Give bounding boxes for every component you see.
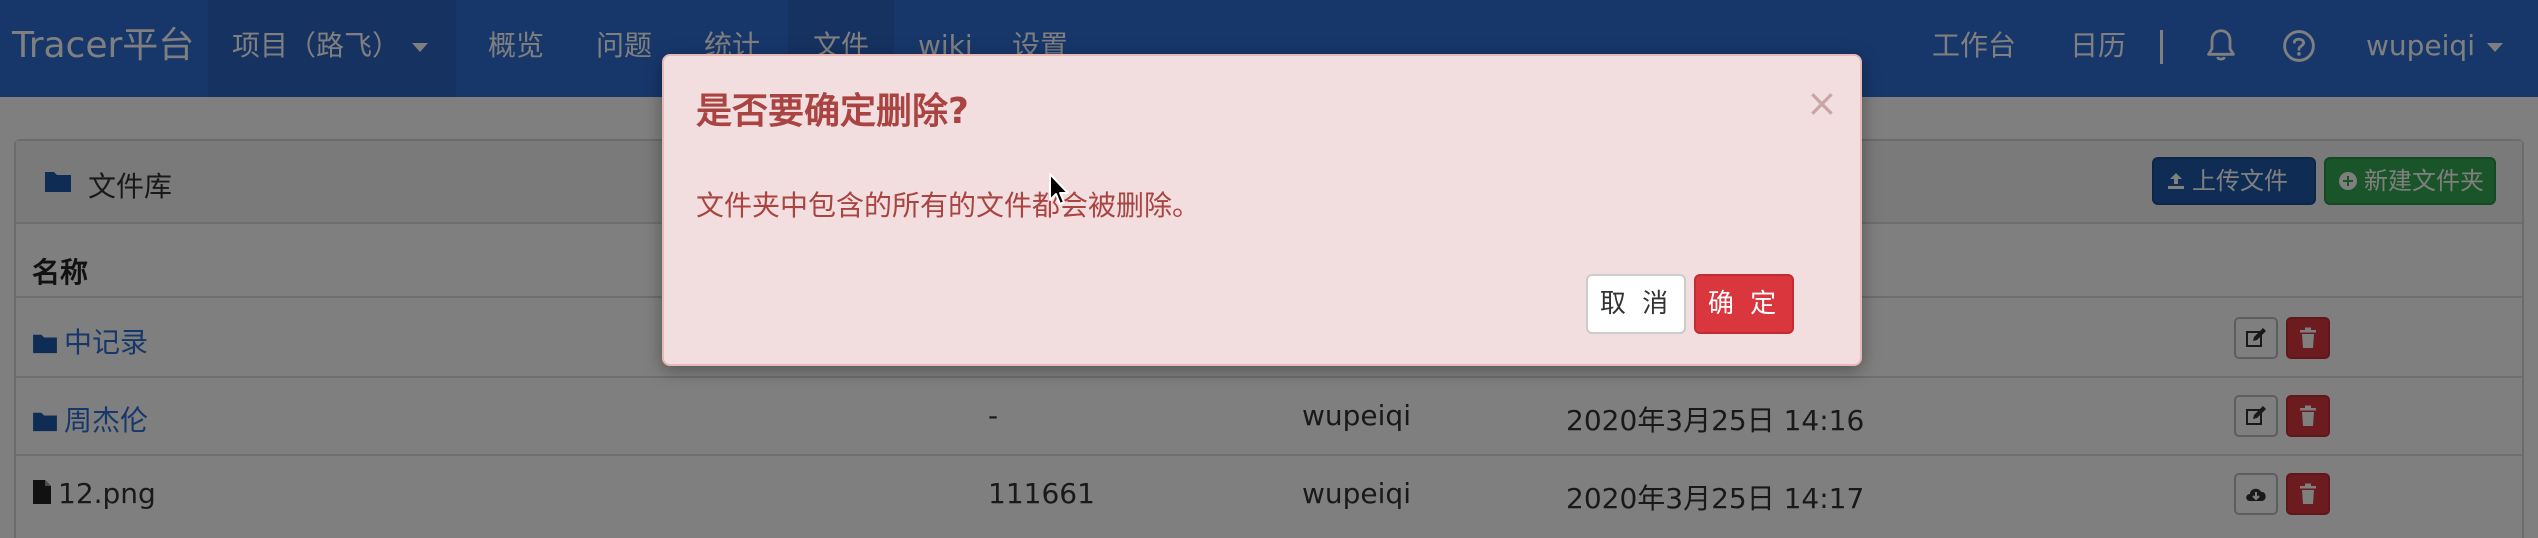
cancel-button[interactable]: 取 消 <box>1586 274 1686 334</box>
mouse-cursor-icon <box>1049 173 1069 205</box>
delete-confirm-modal: 是否要确定删除? × 文件夹中包含的所有的文件都会被删除。 取 消 确 定 <box>662 54 1862 366</box>
modal-message: 文件夹中包含的所有的文件都会被删除。 <box>696 189 1201 222</box>
confirm-button[interactable]: 确 定 <box>1694 274 1794 334</box>
close-icon[interactable]: × <box>1806 84 1838 122</box>
modal-title: 是否要确定删除? <box>696 91 969 132</box>
